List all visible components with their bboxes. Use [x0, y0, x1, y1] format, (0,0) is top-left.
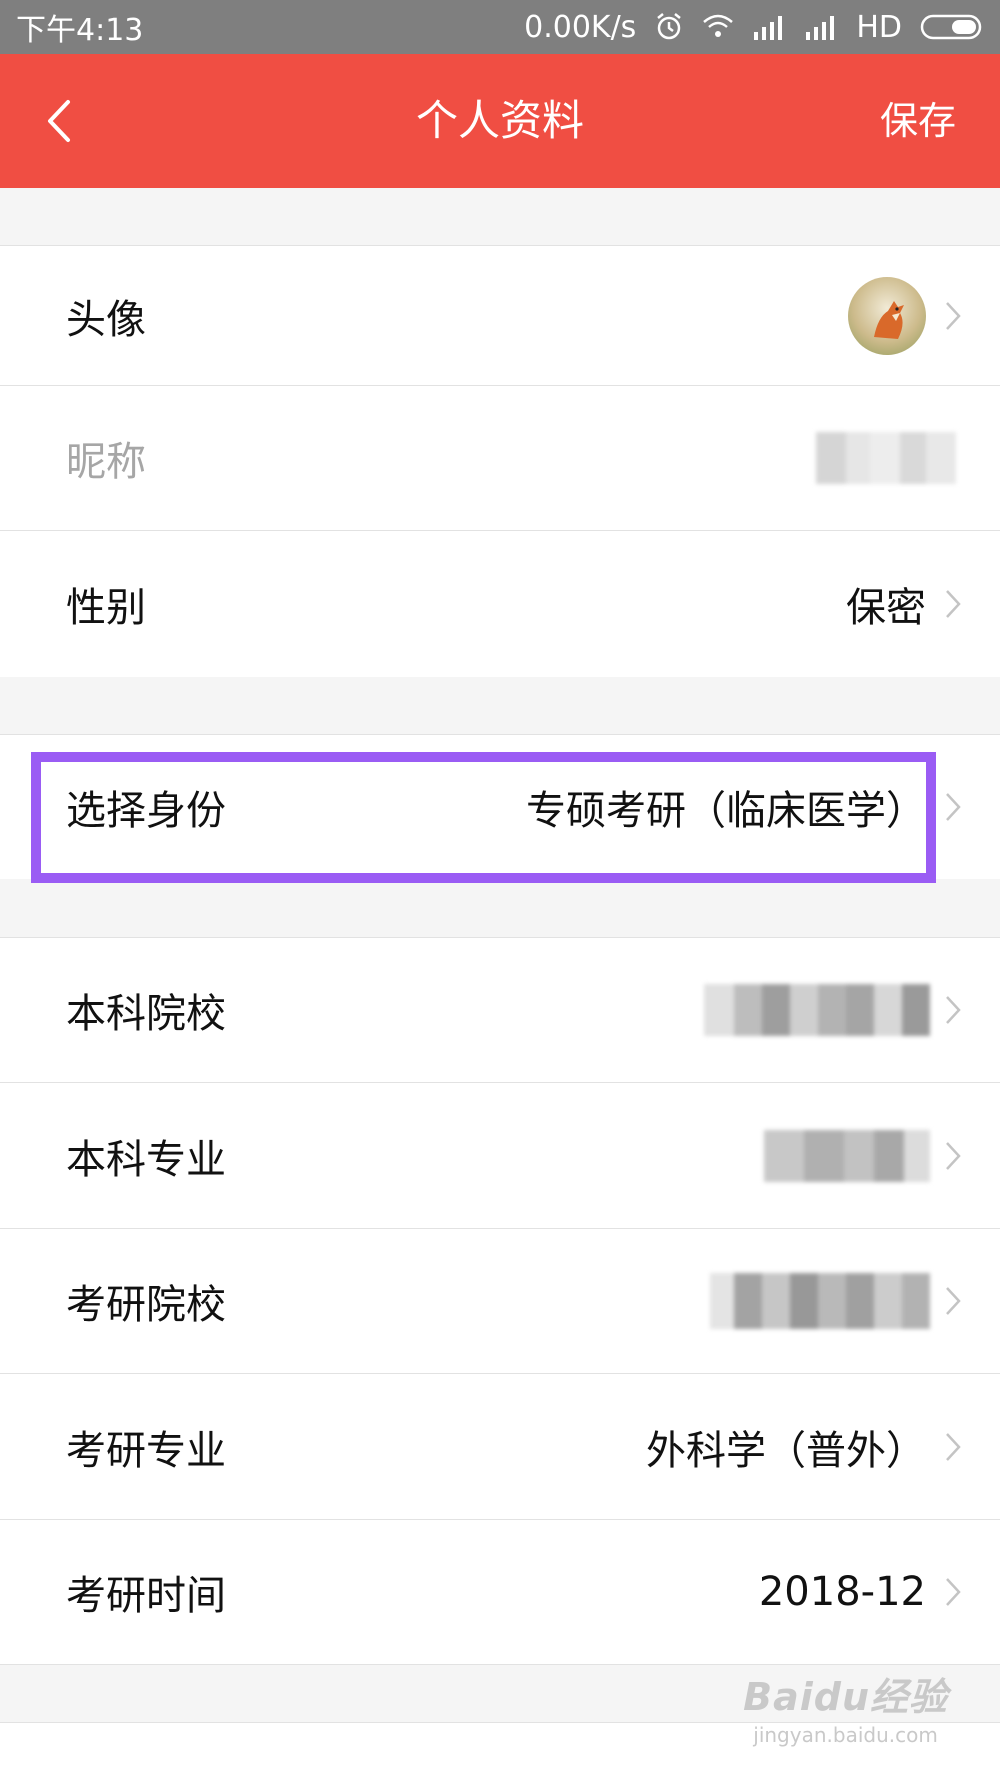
chevron-right-icon	[944, 588, 962, 620]
chevron-right-icon	[944, 791, 962, 823]
profile-row-nickname[interactable]: 昵称	[0, 385, 1000, 530]
profile-row-undergrad-major[interactable]: 本科专业	[0, 1082, 1000, 1228]
profile-row-identity[interactable]: 选择身份 专硕考研（临床医学）	[0, 734, 1000, 879]
row-label: 考研时间	[66, 1573, 226, 1619]
profile-row-gender[interactable]: 性别 保密	[0, 530, 1000, 677]
watermark-url: jingyan.baidu.com	[753, 1723, 938, 1747]
app-header: 个人资料 保存	[0, 54, 1000, 188]
chevron-right-icon	[944, 1431, 962, 1463]
blurred-value	[764, 1129, 930, 1182]
profile-row-grad-school[interactable]: 考研院校	[0, 1228, 1000, 1373]
chevron-right-icon	[944, 1140, 962, 1172]
row-label: 头像	[66, 296, 146, 343]
row-label: 考研院校	[66, 1282, 226, 1328]
save-button[interactable]: 保存	[880, 54, 956, 188]
row-label: 本科院校	[66, 991, 226, 1037]
status-right-group: 0.00K/s HD	[524, 10, 984, 45]
network-type: HD	[856, 9, 902, 45]
profile-row-undergrad-school[interactable]: 本科院校	[0, 937, 1000, 1082]
battery-icon	[920, 13, 984, 41]
alarm-icon	[654, 12, 684, 42]
row-label: 昵称	[66, 439, 146, 485]
status-time: 下午4:13	[16, 13, 144, 48]
profile-row-grad-major[interactable]: 考研专业 外科学（普外）	[0, 1373, 1000, 1519]
chevron-right-icon	[944, 300, 962, 332]
signal-icon	[752, 14, 786, 40]
blurred-value	[816, 432, 956, 484]
blurred-value	[704, 984, 930, 1036]
row-label: 性别	[66, 585, 146, 631]
status-bar: 下午4:13 0.00K/s HD	[0, 0, 1000, 54]
row-label: 本科专业	[66, 1136, 226, 1183]
row-label: 考研专业	[66, 1427, 226, 1474]
watermark: Baidu经验 jingyan.baidu.com	[743, 1666, 948, 1747]
profile-row-avatar[interactable]: 头像	[0, 245, 1000, 385]
signal-icon	[804, 14, 838, 40]
row-value: 2018-12	[758, 1569, 926, 1615]
wifi-icon	[702, 14, 734, 40]
page-title: 个人资料	[415, 96, 584, 145]
chevron-right-icon	[944, 1285, 962, 1317]
network-speed: 0.00K/s	[524, 9, 637, 45]
chevron-right-icon	[944, 994, 962, 1026]
chevron-right-icon	[944, 1576, 962, 1608]
blurred-value	[710, 1273, 930, 1329]
avatar	[848, 277, 926, 355]
row-value: 保密	[846, 585, 926, 631]
profile-row-exam-date[interactable]: 考研时间 2018-12	[0, 1519, 1000, 1665]
row-label: 选择身份	[66, 788, 226, 834]
watermark-logo: Baidu经验	[743, 1675, 948, 1719]
row-value: 外科学（普外）	[646, 1427, 926, 1474]
row-value: 专硕考研（临床医学）	[526, 788, 926, 834]
